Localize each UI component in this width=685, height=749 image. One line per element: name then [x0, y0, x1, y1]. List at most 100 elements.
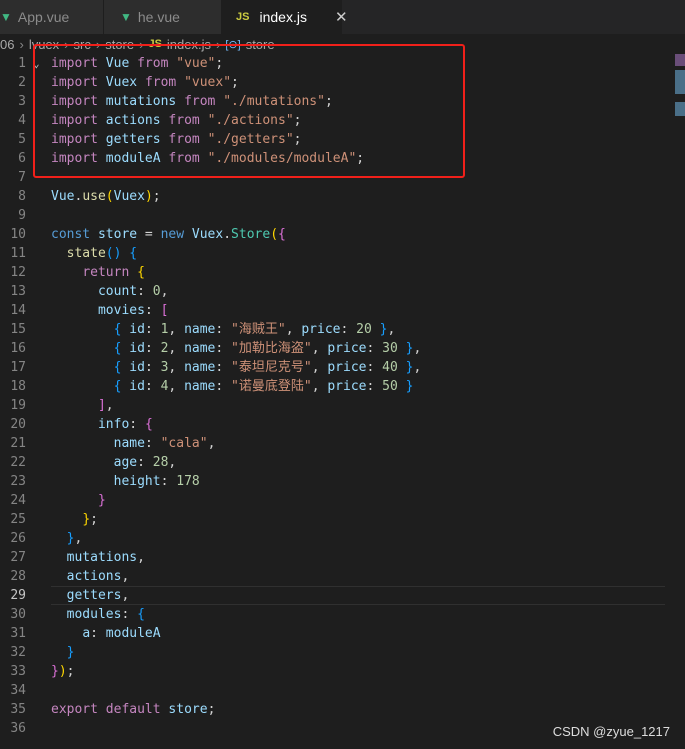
code-token: {: [278, 227, 286, 242]
code-line[interactable]: 35 export default store;: [0, 700, 685, 719]
code-token: ): [144, 189, 153, 204]
fold-chevron-icon[interactable]: ⌄: [33, 54, 40, 73]
code-line[interactable]: 17 { id: 3, name: "泰坦尼克号", price: 40 },: [0, 358, 685, 377]
code-line[interactable]: 19 ],: [0, 396, 685, 415]
line-number: 30: [10, 607, 26, 622]
code-token: import: [51, 56, 98, 71]
code-token: ]: [97, 398, 106, 413]
code-line[interactable]: 14 movies: [: [0, 301, 685, 320]
code-token: import: [51, 113, 98, 128]
code-token: from: [168, 132, 200, 147]
code-line[interactable]: 32 }: [0, 643, 685, 662]
code-line[interactable]: 29 getters,: [0, 586, 685, 605]
code-token: price: [327, 360, 367, 375]
line-number: 10: [10, 227, 26, 242]
tab-he-vue[interactable]: ▼ he.vue: [104, 0, 222, 34]
minimap[interactable]: [675, 54, 685, 124]
editor-tabs: ▼ App.vue ▼ he.vue JS index.js ✕: [0, 0, 685, 34]
code-line[interactable]: ⌄ 1 import Vue from "vue";: [0, 54, 685, 73]
code-token: :: [366, 379, 383, 394]
code-line[interactable]: 3 import mutations from "./mutations";: [0, 92, 685, 111]
code-token: ,: [285, 322, 302, 337]
code-line[interactable]: 12 return {: [0, 263, 685, 282]
code-token: "泰坦尼克号": [231, 360, 312, 375]
code-line[interactable]: 30 modules: {: [0, 605, 685, 624]
code-line[interactable]: 25 };: [0, 510, 685, 529]
code-line[interactable]: 23 height: 178: [0, 472, 685, 491]
code-line[interactable]: 22 age: 28,: [0, 453, 685, 472]
watermark: CSDN @zyue_1217: [552, 724, 670, 739]
line-number: 35: [10, 702, 26, 717]
code-token: ,: [168, 360, 185, 375]
code-token: import: [51, 75, 98, 90]
code-line[interactable]: 20 info: {: [0, 415, 685, 434]
code-token: height: [113, 474, 161, 489]
code-line[interactable]: 9: [0, 206, 685, 225]
code-line[interactable]: 26 },: [0, 529, 685, 548]
code-line[interactable]: 33});: [0, 662, 685, 681]
code-token: movies: [97, 303, 145, 318]
code-token: }: [405, 379, 414, 394]
code-line[interactable]: 4 import actions from "./actions";: [0, 111, 685, 130]
line-number: 1: [18, 56, 26, 71]
line-number: 32: [10, 645, 26, 660]
code-token: :: [144, 436, 161, 451]
code-token: use: [82, 189, 106, 204]
code-line[interactable]: 13 count: 0,: [0, 282, 685, 301]
code-token: ,: [311, 341, 328, 356]
code-line[interactable]: 6 import moduleA from "./modules/moduleA"…: [0, 149, 685, 168]
code-token: :: [144, 379, 161, 394]
code-token: "海贼王": [231, 322, 286, 337]
code-line[interactable]: 21 name: "cala",: [0, 434, 685, 453]
code-token: "加勒比海盗": [231, 341, 312, 356]
line-number: 2: [18, 75, 26, 90]
line-number: 15: [10, 322, 26, 337]
breadcrumb-item[interactable]: lvuex: [29, 37, 59, 52]
tab-index-js[interactable]: JS index.js ✕: [222, 0, 348, 34]
code-line[interactable]: 18 { id: 4, name: "诺曼底登陆", price: 50 }: [0, 377, 685, 396]
code-line[interactable]: 27 mutations,: [0, 548, 685, 567]
code-line[interactable]: 5 import getters from "./getters";: [0, 130, 685, 149]
line-number: 28: [10, 569, 26, 584]
code-line[interactable]: 16 { id: 2, name: "加勒比海盗", price: 30 },: [0, 339, 685, 358]
code-line[interactable]: 8 Vue.use(Vuex);: [0, 187, 685, 206]
code-line[interactable]: 11 state() {: [0, 244, 685, 263]
code-line[interactable]: 34: [0, 681, 685, 700]
breadcrumb-item[interactable]: store: [105, 37, 134, 52]
code-token: :: [144, 341, 161, 356]
code-line[interactable]: 2 import Vuex from "vuex";: [0, 73, 685, 92]
code-token: state: [66, 246, 106, 261]
code-token: Vuex: [113, 189, 145, 204]
breadcrumb-item[interactable]: store: [246, 37, 275, 52]
code-line[interactable]: 24 }: [0, 491, 685, 510]
breadcrumb-item[interactable]: src: [74, 37, 91, 52]
code-line[interactable]: 15 { id: 1, name: "海贼王", price: 20 },: [0, 320, 685, 339]
breadcrumb-item[interactable]: index.js: [167, 37, 211, 52]
breadcrumb-item[interactable]: 06: [0, 37, 14, 52]
line-number: 18: [10, 379, 26, 394]
code-token: ,: [311, 379, 328, 394]
code-editor[interactable]: ⌄ 1 import Vue from "vue"; 2 import Vuex fro…: [0, 54, 685, 738]
code-line[interactable]: 28 actions,: [0, 567, 685, 586]
tab-app-vue[interactable]: ▼ App.vue: [0, 0, 104, 34]
code-line[interactable]: 31 a: moduleA: [0, 624, 685, 643]
code-token: :: [129, 417, 145, 432]
line-number: 33: [10, 664, 26, 679]
code-token: "cala": [160, 436, 208, 451]
code-token: ;: [356, 151, 365, 166]
code-line[interactable]: 10 const store = new Vuex.Store({: [0, 225, 685, 244]
code-token: store: [168, 702, 208, 717]
code-line[interactable]: 7: [0, 168, 685, 187]
close-icon[interactable]: ✕: [335, 8, 348, 26]
